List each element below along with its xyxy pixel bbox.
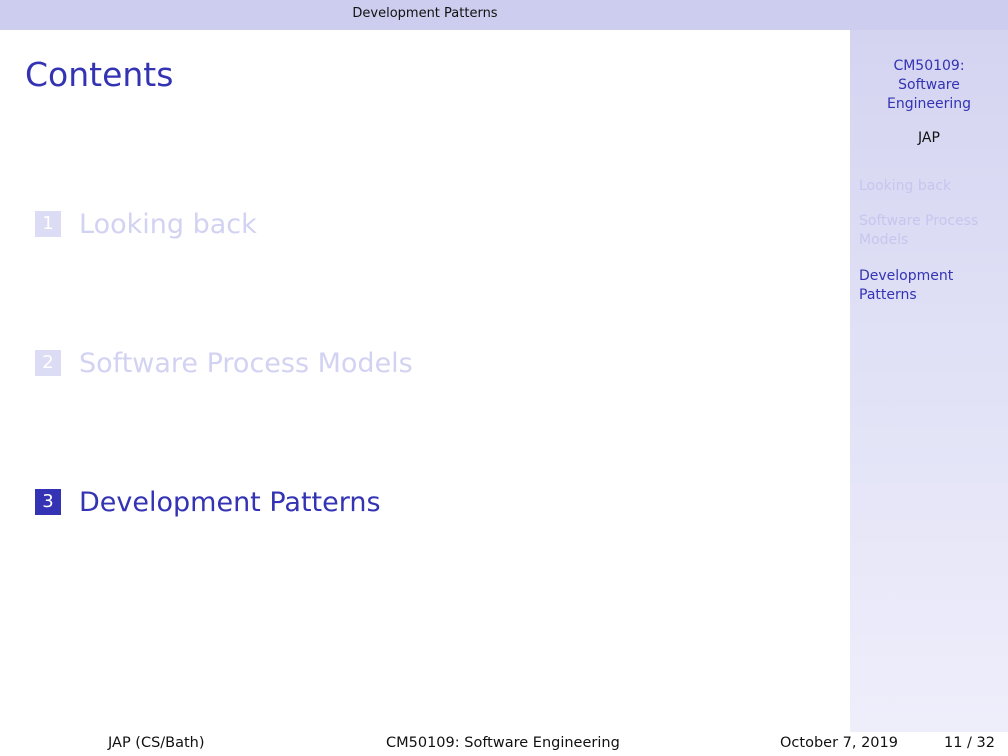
- sidebar-item-label: Patterns: [859, 287, 917, 303]
- toc-number-badge: 1: [35, 211, 61, 237]
- sidebar-course-title-line: CM50109:: [893, 58, 965, 74]
- toc-item-label: Software Process Models: [79, 347, 413, 379]
- footer-bar: JAP (CS/Bath) CM50109: Software Engineer…: [0, 732, 1008, 756]
- sidebar-item-label: Software Process: [859, 213, 979, 229]
- sidebar-course-title[interactable]: CM50109: Software Engineering: [850, 57, 1008, 114]
- toc-item-software-process-models[interactable]: 2 Software Process Models: [35, 347, 413, 379]
- toc-item-label: Development Patterns: [79, 486, 381, 518]
- toc-number-badge: 2: [35, 350, 61, 376]
- sidebar: CM50109: Software Engineering JAP Lookin…: [850, 30, 1008, 732]
- toc-item-looking-back[interactable]: 1 Looking back: [35, 208, 257, 240]
- sidebar-item-looking-back[interactable]: Looking back: [859, 177, 999, 196]
- sidebar-course-title-line: Engineering: [887, 96, 971, 112]
- toc-item-label: Looking back: [79, 208, 257, 240]
- footer-date: October 7, 2019: [780, 735, 898, 751]
- toc-number-badge: 3: [35, 489, 61, 515]
- sidebar-item-software-process-models[interactable]: Software Process Models: [859, 212, 999, 250]
- sidebar-author: JAP: [918, 130, 940, 146]
- sidebar-item-label: Models: [859, 232, 909, 248]
- header-section-title[interactable]: Development Patterns: [0, 6, 850, 21]
- sidebar-item-development-patterns[interactable]: Development Patterns: [859, 267, 999, 305]
- header-bar: Development Patterns: [0, 0, 1008, 30]
- sidebar-item-label: Looking back: [859, 178, 952, 194]
- footer-page-number: 11 / 32: [944, 735, 996, 751]
- footer-course-title: CM50109: Software Engineering: [386, 735, 620, 751]
- slide-title: Contents: [25, 55, 174, 94]
- sidebar-item-label: Development: [859, 268, 954, 284]
- footer-author: JAP (CS/Bath): [108, 735, 205, 751]
- toc-item-development-patterns[interactable]: 3 Development Patterns: [35, 486, 381, 518]
- sidebar-course-title-line: Software: [898, 77, 960, 93]
